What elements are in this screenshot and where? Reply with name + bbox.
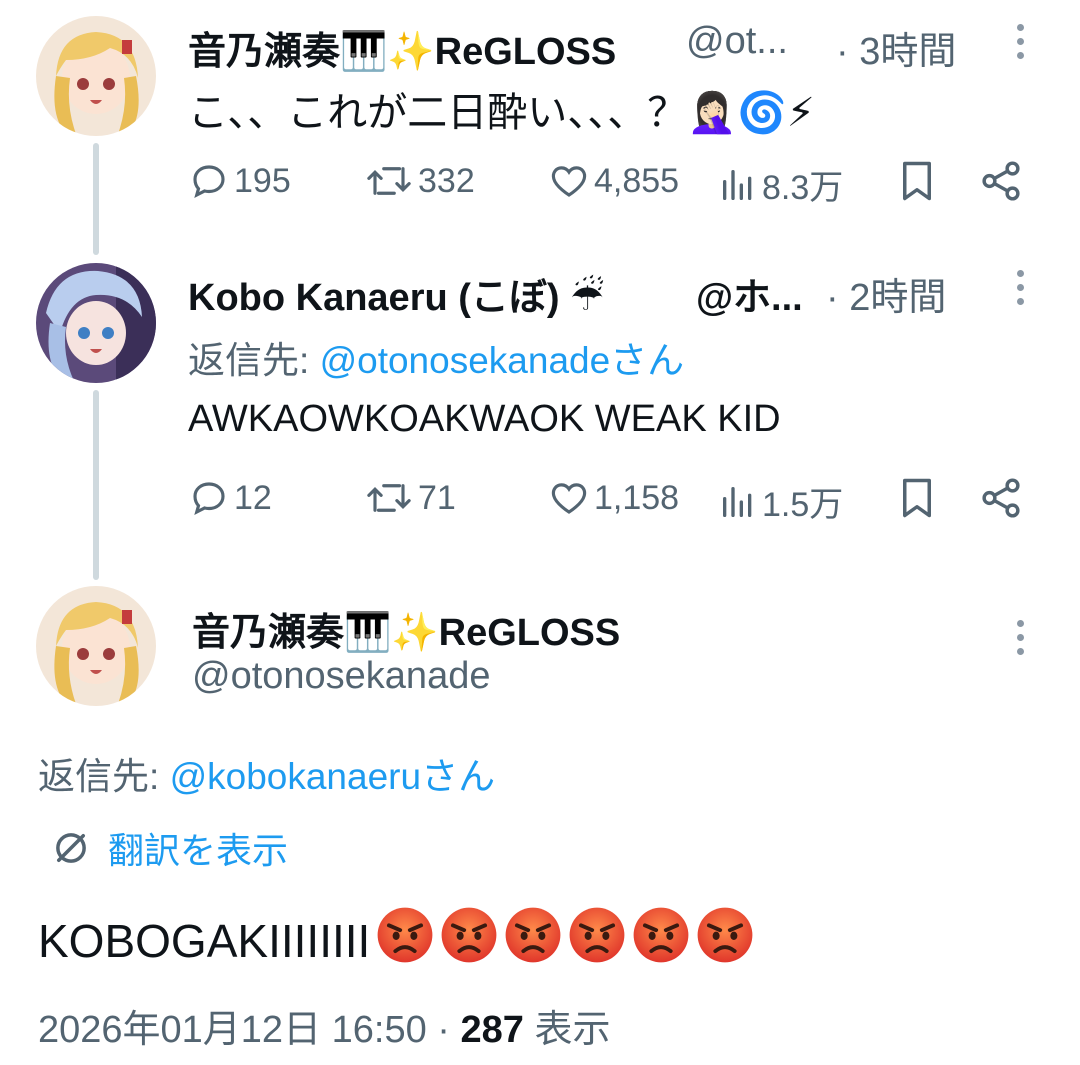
tweet2-handle[interactable]: @ホ... bbox=[696, 266, 803, 321]
angry-face-icon bbox=[697, 907, 753, 963]
translate-label: 翻訳を表示 bbox=[108, 830, 289, 871]
tweet1-text: こ、、これが二日酔い、、、？🤦🏻‍♀️🌀⚡ bbox=[188, 91, 815, 135]
main-tweet-text: KOBOGAKIIIIIIII bbox=[38, 906, 754, 975]
tweet1-more-icon[interactable] bbox=[1014, 24, 1026, 59]
tweet2-bookmark-icon[interactable] bbox=[896, 475, 938, 526]
tweet1-time[interactable]: · 3時間 bbox=[836, 20, 956, 75]
main-views-count: 287 bbox=[460, 1009, 524, 1051]
avatar-kobo[interactable] bbox=[36, 263, 156, 383]
angry-face-icon bbox=[505, 907, 561, 963]
thread-line-2 bbox=[93, 390, 99, 580]
reply-icon bbox=[193, 165, 225, 199]
tweet2-views-button[interactable]: 1.5万 bbox=[718, 477, 843, 526]
translate-button[interactable]: 翻訳を表示 bbox=[50, 822, 288, 874]
main-more-icon[interactable] bbox=[1014, 620, 1026, 655]
avatar-kanade[interactable] bbox=[36, 16, 156, 136]
main-handle[interactable]: @otonosekanade bbox=[192, 655, 490, 698]
main-reply-mention[interactable]: @kobokanaeruさん bbox=[170, 756, 496, 797]
angry-face-icon bbox=[377, 907, 433, 963]
tweet2-author-name[interactable]: Kobo Kanaeru (こぼ) ☔ bbox=[188, 266, 604, 321]
like-icon bbox=[551, 483, 587, 514]
tweet1-reply-button[interactable]: 195 bbox=[188, 160, 291, 202]
tweet2-retweet-count: 71 bbox=[418, 478, 456, 517]
main-reply-to: 返信先: @kobokanaeruさん bbox=[38, 746, 495, 800]
tweet2-reply-mention[interactable]: @otonosekanadeさん bbox=[320, 340, 685, 381]
like-icon bbox=[551, 166, 587, 197]
avatar-kanade-main[interactable] bbox=[36, 586, 156, 706]
tweet1-share-icon[interactable] bbox=[978, 158, 1024, 209]
main-tweet-text-content: KOBOGAKIIIIIIII bbox=[38, 914, 371, 967]
tweet2-reply-button[interactable]: 12 bbox=[188, 477, 272, 519]
tweet1-handle[interactable]: @ot... bbox=[686, 20, 788, 63]
tweet2-text: AWKAOWKOAKWAOK WEAK KID bbox=[188, 398, 781, 440]
angry-emoji-row bbox=[370, 906, 754, 975]
tweet2-retweet-button[interactable]: 71 bbox=[364, 477, 456, 519]
tweet1-like-button[interactable]: 4,855 bbox=[548, 160, 679, 202]
tweet2-reply-prefix: 返信先: bbox=[188, 340, 320, 381]
tweet2-share-icon[interactable] bbox=[978, 475, 1024, 526]
tweet1-bookmark-icon[interactable] bbox=[896, 158, 938, 209]
views-icon bbox=[723, 486, 752, 517]
tweet2-reply-count: 12 bbox=[234, 478, 272, 517]
translate-icon bbox=[56, 833, 86, 863]
main-tweet-meta: 2026年01月12日 16:50 · 287 表示 bbox=[38, 998, 610, 1053]
tweet1-views-button[interactable]: 8.3万 bbox=[718, 160, 843, 209]
tweet1-views-count: 8.3万 bbox=[762, 169, 844, 207]
main-views-label: 表示 bbox=[523, 1009, 611, 1051]
tweet2-views-count: 1.5万 bbox=[762, 486, 844, 524]
views-icon bbox=[723, 169, 752, 200]
tweet2-time[interactable]: · 2時間 bbox=[826, 266, 946, 321]
thread-line-1 bbox=[93, 143, 99, 255]
tweet2-more-icon[interactable] bbox=[1014, 270, 1026, 305]
main-author-name[interactable]: 音乃瀬奏🎹✨ReGLOSS bbox=[192, 601, 620, 656]
retweet-icon bbox=[367, 167, 411, 195]
tweet1-reply-count: 195 bbox=[234, 161, 291, 200]
tweet1-author-name[interactable]: 音乃瀬奏🎹✨ReGLOSS bbox=[188, 20, 616, 75]
reply-icon bbox=[193, 482, 225, 516]
tweet1-retweet-count: 332 bbox=[418, 161, 475, 200]
tweet2-like-count: 1,158 bbox=[594, 478, 680, 517]
tweet1-retweet-button[interactable]: 332 bbox=[364, 160, 475, 202]
tweet2-reply-to: 返信先: @otonosekanadeさん bbox=[188, 330, 684, 384]
tweet1-like-count: 4,855 bbox=[594, 161, 680, 200]
angry-face-icon bbox=[441, 907, 497, 963]
main-reply-prefix: 返信先: bbox=[38, 756, 170, 797]
angry-face-icon bbox=[633, 907, 689, 963]
angry-face-icon bbox=[569, 907, 625, 963]
retweet-icon bbox=[367, 484, 411, 512]
tweet2-like-button[interactable]: 1,158 bbox=[548, 477, 679, 519]
main-timestamp[interactable]: 2026年01月12日 16:50 · bbox=[38, 1009, 461, 1051]
